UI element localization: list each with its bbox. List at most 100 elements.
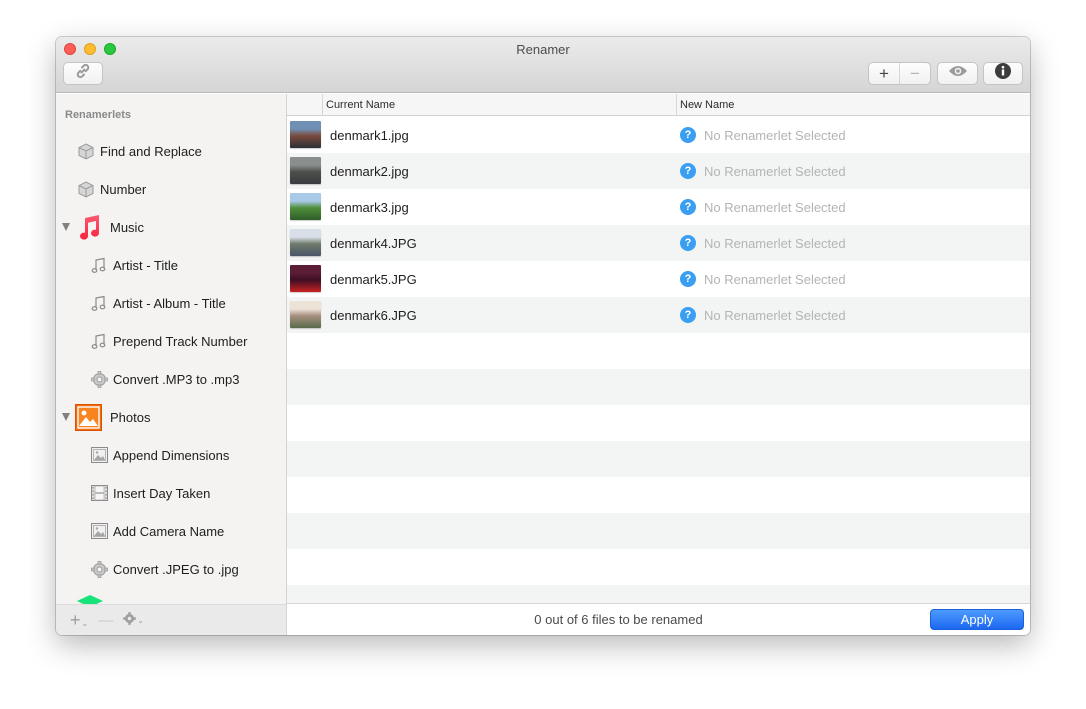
cube-icon bbox=[76, 141, 96, 161]
gear-icon bbox=[123, 611, 137, 629]
info-button[interactable] bbox=[983, 62, 1023, 85]
add-files-button[interactable]: + bbox=[869, 63, 899, 84]
sidebar-item-label: Music bbox=[110, 219, 144, 235]
sidebar-item-label: Artist - Title bbox=[113, 257, 179, 273]
question-icon: ? bbox=[680, 307, 696, 323]
new-name-text: No Renamerlet Selected bbox=[704, 307, 846, 323]
film-icon bbox=[89, 483, 109, 503]
current-name: denmark4.JPG bbox=[330, 235, 417, 251]
sidebar-item-label: Find and Replace bbox=[100, 143, 202, 159]
thumbnail-image bbox=[290, 301, 321, 328]
sidebar-item-artist-album-title[interactable]: Artist - Album - Title bbox=[56, 284, 286, 322]
new-name: ? No Renamerlet Selected bbox=[680, 235, 846, 251]
sidebar-item-number[interactable]: Number bbox=[56, 170, 286, 208]
sidebar-item-label: Add Camera Name bbox=[113, 523, 225, 539]
new-name-text: No Renamerlet Selected bbox=[704, 199, 846, 215]
sidebar-item-label: Insert Day Taken bbox=[113, 485, 211, 501]
empty-row bbox=[287, 549, 1030, 585]
renamerlets-sidebar: Renamerlets Find and Replace Number Musi… bbox=[56, 94, 287, 635]
sidebar-footer: +⌄ — ⌄ bbox=[56, 604, 286, 635]
empty-row bbox=[287, 477, 1030, 513]
file-table: denmark1.jpg ? No Renamerlet Selected den… bbox=[287, 117, 1030, 603]
table-row[interactable]: denmark6.JPG ? No Renamerlet Selected bbox=[287, 297, 1030, 333]
music-note-icon bbox=[89, 331, 109, 351]
music-app-icon bbox=[75, 214, 102, 241]
new-name: ? No Renamerlet Selected bbox=[680, 199, 846, 215]
table-row[interactable]: denmark3.jpg ? No Renamerlet Selected bbox=[287, 189, 1030, 225]
sidebar-item-convert-mp3[interactable]: Convert .MP3 to .mp3 bbox=[56, 360, 286, 398]
file-list-panel: Current Name New Name denmark1.jpg ? No R… bbox=[287, 94, 1030, 635]
table-row[interactable]: denmark4.JPG ? No Renamerlet Selected bbox=[287, 225, 1030, 261]
empty-row bbox=[287, 369, 1030, 405]
remove-files-button[interactable]: − bbox=[899, 63, 930, 84]
preview-button[interactable] bbox=[937, 62, 978, 85]
table-row[interactable]: denmark1.jpg ? No Renamerlet Selected bbox=[287, 117, 1030, 153]
sidebar-item-label: Append Dimensions bbox=[113, 447, 230, 463]
question-icon: ? bbox=[680, 199, 696, 215]
sidebar-item-convert-jpeg[interactable]: Convert .JPEG to .jpg bbox=[56, 550, 286, 588]
new-name-text: No Renamerlet Selected bbox=[704, 127, 846, 143]
sidebar-item-append-dimensions[interactable]: Append Dimensions bbox=[56, 436, 286, 474]
current-name: denmark2.jpg bbox=[330, 163, 409, 179]
music-note-icon bbox=[89, 255, 109, 275]
sidebar-group-music[interactable]: Music bbox=[56, 208, 286, 246]
question-icon: ? bbox=[680, 235, 696, 251]
bottom-bar: 0 out of 6 files to be renamed Apply bbox=[287, 603, 1030, 635]
new-name: ? No Renamerlet Selected bbox=[680, 307, 846, 323]
current-name: denmark5.JPG bbox=[330, 271, 417, 287]
question-icon: ? bbox=[680, 163, 696, 179]
picture-icon bbox=[89, 521, 109, 541]
sidebar-item-label: Convert .MP3 to .mp3 bbox=[113, 371, 240, 387]
sidebar-heading: Renamerlets bbox=[65, 109, 132, 121]
current-name: denmark1.jpg bbox=[330, 127, 409, 143]
new-name-text: No Renamerlet Selected bbox=[704, 235, 846, 251]
disclosure-triangle-icon[interactable] bbox=[62, 223, 70, 231]
table-header: Current Name New Name bbox=[287, 94, 1030, 116]
rename-status-text: 0 out of 6 files to be renamed bbox=[534, 612, 703, 627]
thumbnail-image bbox=[290, 193, 321, 220]
add-renamerlet-button[interactable]: +⌄ bbox=[70, 610, 88, 631]
cube-icon bbox=[76, 179, 96, 199]
sidebar-item-label: Convert .JPEG to .jpg bbox=[113, 561, 239, 577]
current-name: denmark6.JPG bbox=[330, 307, 417, 323]
chevron-down-icon: ⌄ bbox=[81, 618, 89, 628]
column-header-current-name[interactable]: Current Name bbox=[322, 94, 677, 116]
eye-icon bbox=[948, 64, 968, 83]
window-title: Renamer bbox=[516, 42, 570, 57]
sidebar-item-add-camera-name[interactable]: Add Camera Name bbox=[56, 512, 286, 550]
column-header-new-name[interactable]: New Name bbox=[676, 94, 1030, 116]
renamer-window: Renamer + − Renamerlets Find and Replace bbox=[56, 37, 1030, 635]
sidebar-item-prepend-track-number[interactable]: Prepend Track Number bbox=[56, 322, 286, 360]
disclosure-triangle-icon[interactable] bbox=[62, 413, 70, 421]
empty-row bbox=[287, 441, 1030, 477]
sidebar-item-label: Number bbox=[100, 181, 147, 197]
sidebar-item-insert-day-taken[interactable]: Insert Day Taken bbox=[56, 474, 286, 512]
current-name: denmark3.jpg bbox=[330, 199, 409, 215]
sidebar-item-find-and-replace[interactable]: Find and Replace bbox=[56, 132, 286, 170]
thumbnail-image bbox=[290, 265, 321, 292]
sidebar-item-label: Photos bbox=[110, 409, 151, 425]
table-row[interactable]: denmark2.jpg ? No Renamerlet Selected bbox=[287, 153, 1030, 189]
new-name-text: No Renamerlet Selected bbox=[704, 163, 846, 179]
remove-renamerlet-button[interactable]: — bbox=[98, 612, 113, 629]
settings-menu-button[interactable]: ⌄ bbox=[123, 611, 144, 629]
photos-app-icon bbox=[75, 403, 102, 431]
partially-hidden-group-icon bbox=[76, 594, 104, 604]
empty-row bbox=[287, 513, 1030, 549]
picture-icon bbox=[89, 445, 109, 465]
table-row[interactable]: denmark5.JPG ? No Renamerlet Selected bbox=[287, 261, 1030, 297]
sidebar-group-photos[interactable]: Photos bbox=[56, 398, 286, 436]
sidebar-item-label: Artist - Album - Title bbox=[113, 295, 226, 311]
empty-row bbox=[287, 585, 1030, 603]
sidebar-item-label: Prepend Track Number bbox=[113, 333, 248, 349]
info-icon bbox=[995, 63, 1011, 84]
sidebar-item-artist-title[interactable]: Artist - Title bbox=[56, 246, 286, 284]
new-name-text: No Renamerlet Selected bbox=[704, 271, 846, 287]
question-icon: ? bbox=[680, 127, 696, 143]
new-name: ? No Renamerlet Selected bbox=[680, 127, 846, 143]
empty-row bbox=[287, 405, 1030, 441]
link-button[interactable] bbox=[63, 62, 103, 85]
apply-button[interactable]: Apply bbox=[930, 609, 1024, 630]
empty-row bbox=[287, 333, 1030, 369]
thumbnail-image bbox=[290, 157, 321, 184]
